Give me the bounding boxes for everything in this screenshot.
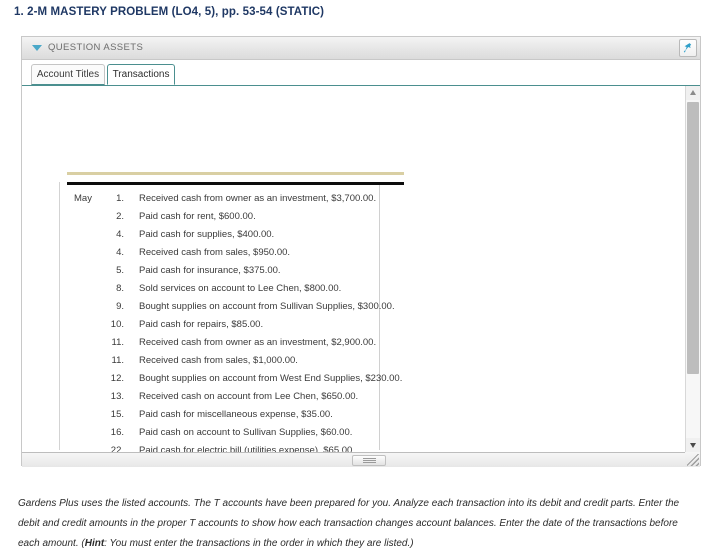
transaction-row: 5. Paid cash for insurance, $375.00. [22,263,382,281]
asset-tabs: Account Titles Transactions [22,60,700,86]
document-tan-rule [67,172,404,175]
transaction-description: Received cash from owner as an investmen… [139,193,377,204]
transaction-row: 11. Received cash from owner as an invest… [22,335,382,353]
pushpin-icon [683,43,692,53]
scroll-down-button[interactable] [686,438,700,452]
triangle-up-icon [690,90,696,95]
transaction-day: 16. [110,427,124,438]
tab-account-titles[interactable]: Account Titles [31,64,105,85]
resize-grip-handle[interactable] [685,452,700,467]
document-viewport: May 1. Received cash from owner as an inve… [22,86,700,467]
transaction-row: 16. Paid cash on account to Sullivan Supp… [22,425,382,443]
transaction-description: Paid cash for rent, $600.00. [139,211,256,222]
triangle-down-icon [690,443,696,448]
assets-panel-title: QUESTION ASSETS [48,42,144,53]
transaction-day: 13. [110,391,124,402]
transaction-row: 2. Paid cash for rent, $600.00. [22,209,382,227]
transaction-row: 15. Paid cash for miscellaneous expense, … [22,407,382,425]
transaction-description: Received cash from owner as an investmen… [139,337,377,348]
transaction-description: Bought supplies on account from Sullivan… [139,301,395,312]
transaction-description: Sold services on account to Lee Chen, $8… [139,283,342,294]
instructions-text: Gardens Plus uses the listed accounts. T… [18,494,702,554]
horizontal-scrollbar-thumb[interactable] [352,455,386,466]
transaction-description: Received cash from sales, $1,000.00. [139,355,298,366]
transaction-row: 4. Paid cash for supplies, $400.00. [22,227,382,245]
transaction-row: 13. Received cash on account from Lee Che… [22,389,382,407]
tab-transactions[interactable]: Transactions [107,64,175,85]
transaction-description: Received cash from sales, $950.00. [139,247,291,258]
transaction-day: 11. [111,337,124,348]
transaction-row: 12. Bought supplies on account from West … [22,371,403,389]
vertical-scrollbar-thumb[interactable] [687,102,699,374]
grip-lines-icon [363,458,376,459]
transaction-day: 5. [116,265,124,276]
transaction-day: 9. [116,301,124,312]
transaction-row: 11. Received cash from sales, $1,000.00. [22,353,382,371]
question-assets-panel: QUESTION ASSETS Account Titles Transacti… [21,36,701,467]
transaction-description: Paid cash for miscellaneous expense, $35… [139,409,333,420]
transaction-description: Bought supplies on account from West End… [139,373,403,384]
transaction-day: 15. [110,409,124,420]
transaction-row: May 1. Received cash from owner as an inve… [22,191,382,209]
horizontal-scrollbar[interactable] [22,452,700,467]
page-title: 1. 2-M MASTERY PROBLEM (LO4, 5), pp. 53-… [14,6,325,18]
transaction-description: Paid cash for insurance, $375.00. [139,265,281,276]
triangle-down-icon[interactable] [32,45,42,51]
transaction-day: 11. [111,355,124,366]
instructions-hint-label: Hint [84,538,105,549]
document-black-rule [67,182,404,185]
assets-panel-header[interactable]: QUESTION ASSETS [22,37,700,60]
transaction-day: 10. [110,319,124,330]
transaction-list: May 1. Received cash from owner as an inve… [22,191,403,467]
pushpin-button[interactable] [679,39,697,57]
instructions-part-two: : You must enter the transactions in the… [104,538,414,549]
scroll-up-button[interactable] [686,86,700,100]
transactions-document: May 1. Received cash from owner as an inve… [22,86,687,467]
transaction-row: 9. Bought supplies on account from Sulliv… [22,299,395,317]
transaction-day: 4. [116,247,124,258]
transaction-description: Paid cash on account to Sullivan Supplie… [139,427,353,438]
transaction-day: 8. [116,283,124,294]
transaction-row: 4. Received cash from sales, $950.00. [22,245,382,263]
transaction-day: 1. [116,193,124,204]
vertical-scrollbar[interactable] [685,86,700,452]
transaction-description: Paid cash for repairs, $85.00. [139,319,264,330]
transaction-day: 2. [116,211,124,222]
transaction-row: 8. Sold services on account to Lee Chen, … [22,281,382,299]
resize-grip-icon [687,454,699,466]
transaction-description: Received cash on account from Lee Chen, … [139,391,359,402]
transaction-description: Paid cash for supplies, $400.00. [139,229,275,240]
transaction-month: May [74,193,92,204]
transaction-row: 10. Paid cash for repairs, $85.00. [22,317,382,335]
transaction-day: 4. [116,229,124,240]
transaction-day: 12. [110,373,124,384]
